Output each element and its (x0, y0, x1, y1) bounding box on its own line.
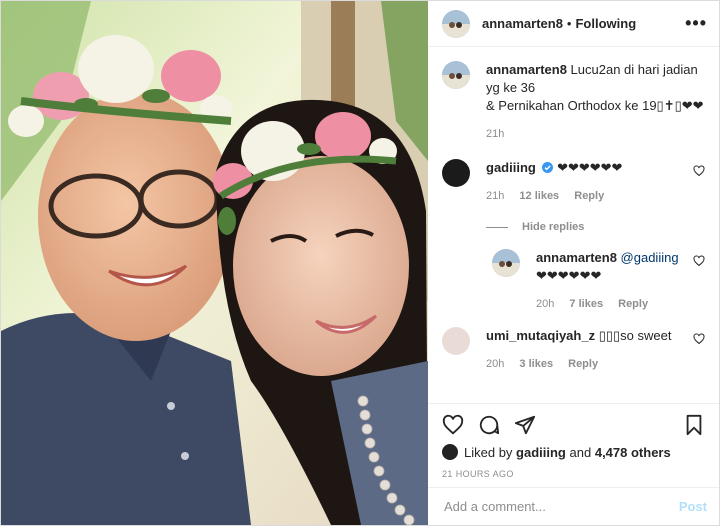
commenter-avatar[interactable] (442, 159, 470, 187)
reply-reply-button[interactable]: Reply (618, 298, 648, 310)
reply-mention-link[interactable]: @gadiiing (621, 250, 679, 265)
comments-section[interactable]: annamarten8 Lucu2an di hari jadian yg ke… (428, 47, 719, 403)
reply-comment: annamarten8 @gadiiing ❤❤❤❤❤❤ 20h 7 likes… (492, 249, 707, 313)
likes-and: and (569, 444, 592, 460)
comment-likes[interactable]: 12 likes (519, 190, 559, 202)
verified-badge-icon (542, 162, 554, 173)
comment: umi_mutaqiyah_z ▯▯▯so sweet 20h 3 likes … (442, 327, 707, 373)
liker-avatar[interactable] (442, 444, 458, 460)
post-timestamp[interactable]: 21 HOURS AGO (442, 469, 705, 479)
likes-count-link[interactable]: 4,478 others (595, 445, 671, 460)
comment-reply-button[interactable]: Reply (574, 190, 604, 202)
caption-username[interactable]: annamarten8 (486, 62, 567, 77)
save-bookmark-icon[interactable] (683, 414, 705, 436)
author-avatar[interactable] (442, 9, 470, 38)
post-header: annamarten8 • Following ••• (428, 1, 719, 47)
comment-reply-button[interactable]: Reply (568, 358, 598, 370)
hide-replies-button[interactable]: Hide replies (486, 221, 707, 233)
reply-time[interactable]: 20h (536, 298, 554, 310)
replies-divider-line (486, 226, 508, 228)
separator-dot: • (566, 16, 572, 31)
following-button[interactable]: Following (575, 16, 636, 31)
share-send-icon[interactable] (514, 414, 536, 436)
likes-summary: Liked by gadiiing and 4,478 others (442, 444, 705, 460)
comment-time[interactable]: 20h (486, 358, 504, 370)
post-actions: Liked by gadiiing and 4,478 others 21 HO… (428, 403, 719, 487)
add-comment-input[interactable] (442, 498, 679, 515)
selfie-photo-illustration (1, 1, 428, 525)
caption: annamarten8 Lucu2an di hari jadian yg ke… (442, 61, 707, 143)
author-username[interactable]: annamarten8 (482, 16, 563, 31)
likes-prefix: Liked by (464, 444, 513, 460)
avatar-image (492, 249, 520, 277)
avatar-image (442, 9, 470, 38)
instagram-post: annamarten8 • Following ••• annamarten8 … (0, 0, 720, 526)
comment: gadiiing ❤❤❤❤❤❤ 21h 12 likes Reply (442, 159, 707, 205)
comment-username[interactable]: gadiiing (486, 160, 536, 175)
like-reply-heart-icon[interactable] (693, 255, 705, 267)
reply-username[interactable]: annamarten8 (536, 250, 617, 265)
reply-likes[interactable]: 7 likes (569, 298, 603, 310)
like-comment-heart-icon[interactable] (693, 165, 705, 177)
action-icons-row (442, 412, 705, 438)
add-comment-bar: Post (428, 487, 719, 525)
comment-text: ▯▯▯so sweet (598, 328, 672, 343)
post-photo[interactable] (1, 1, 428, 525)
liker-username[interactable]: gadiiing (516, 445, 566, 460)
like-heart-icon[interactable] (442, 414, 464, 436)
avatar-image (442, 61, 470, 89)
post-comment-button[interactable]: Post (679, 499, 707, 514)
comment-text: ❤❤❤❤❤❤ (557, 160, 623, 175)
caption-avatar[interactable] (442, 61, 470, 89)
like-comment-heart-icon[interactable] (693, 333, 705, 345)
caption-text-line2: & Pernikahan Orthodox ke 19▯✝▯❤❤ (486, 98, 704, 113)
comment-likes[interactable]: 3 likes (519, 358, 553, 370)
caption-time[interactable]: 21h (486, 128, 504, 140)
post-sidebar: annamarten8 • Following ••• annamarten8 … (428, 1, 719, 525)
comment-bubble-icon[interactable] (478, 414, 500, 436)
comment-username[interactable]: umi_mutaqiyah_z (486, 328, 595, 343)
more-options-icon[interactable]: ••• (685, 13, 707, 34)
hide-replies-label: Hide replies (522, 221, 585, 233)
reply-text: ❤❤❤❤❤❤ (536, 268, 602, 283)
reply-avatar[interactable] (492, 249, 520, 277)
comment-time[interactable]: 21h (486, 190, 504, 202)
commenter-avatar[interactable] (442, 327, 470, 355)
